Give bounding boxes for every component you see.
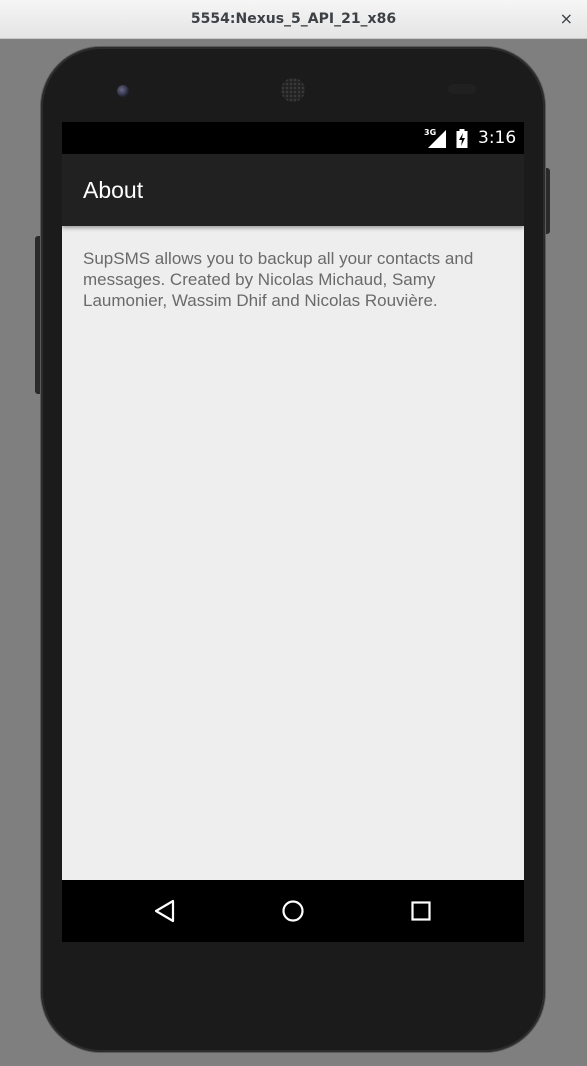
status-bar: 3G 3:16 — [62, 122, 524, 154]
battery-charging-icon — [456, 129, 468, 148]
window-title: 5554:Nexus_5_API_21_x86 — [190, 11, 397, 27]
front-camera — [117, 85, 129, 97]
about-text: SupSMS allows you to backup all your con… — [83, 249, 474, 310]
earpiece-speaker — [281, 78, 305, 102]
signal-icon — [428, 130, 446, 148]
emulator-title-bar: 5554:Nexus_5_API_21_x86 × — [0, 0, 587, 39]
recents-icon[interactable] — [408, 898, 434, 924]
back-icon[interactable] — [152, 898, 178, 924]
home-icon[interactable] — [280, 898, 306, 924]
app-bar: About — [62, 154, 524, 226]
status-time: 3:16 — [478, 128, 517, 148]
device-screen: 3G 3:16 About SupSMS allows you to backu… — [62, 122, 524, 942]
navigation-bar — [62, 880, 524, 942]
proximity-sensor — [448, 84, 476, 94]
page-title: About — [83, 177, 144, 203]
close-icon[interactable]: × — [560, 9, 573, 28]
